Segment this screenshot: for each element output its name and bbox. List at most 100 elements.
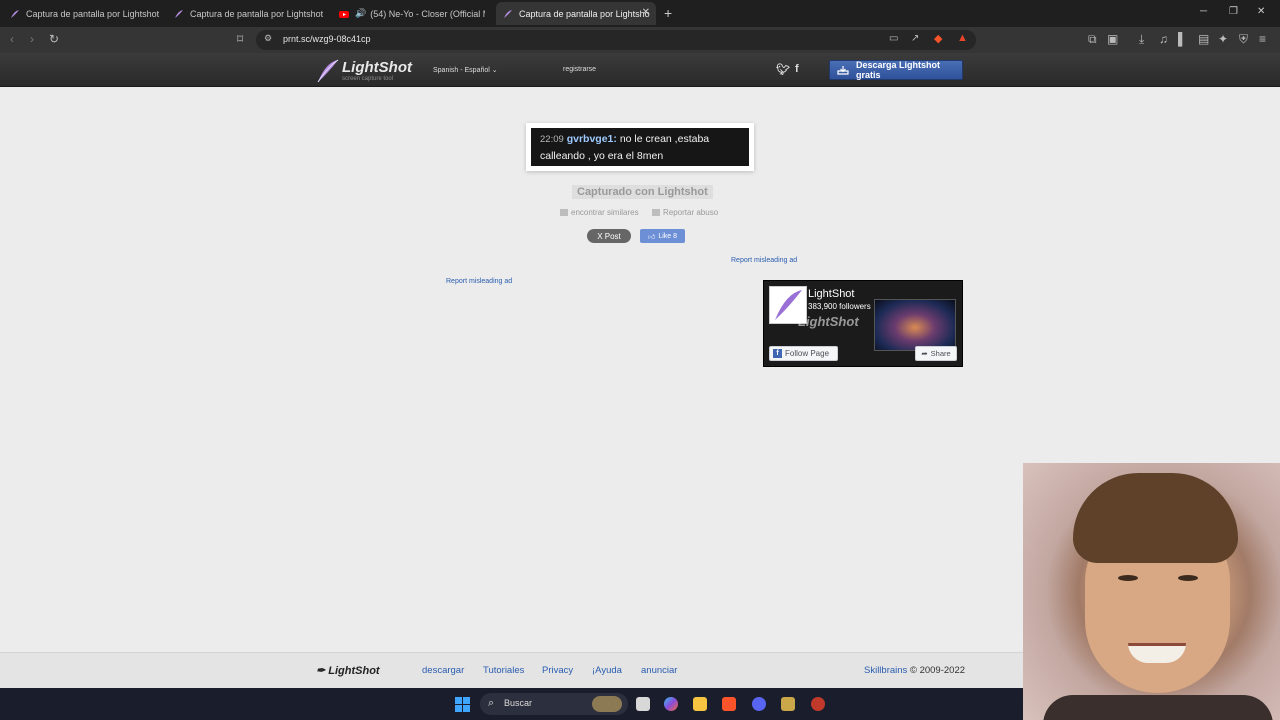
download-cloud-icon [837,66,849,75]
twitter-icon[interactable]: 🐦︎ [776,63,790,76]
leo-icon[interactable]: ✦ [1218,32,1228,46]
minimize-icon[interactable]: ─ [1200,6,1207,17]
browser-tab-active[interactable]: Captura de pantalla por Lightsho ✕ [496,2,656,25]
lightshot-feather-icon [504,9,512,18]
facebook-icon: f [773,349,782,358]
new-tab-icon[interactable]: + [664,5,672,21]
skillbrains-link[interactable]: Skillbrains [864,665,907,676]
lightshot-logo[interactable]: LightShot screen capture tool [316,57,416,85]
screenshot-image: 22:09 gvrbvge1: no le crean ,estaba call… [531,128,749,166]
register-link[interactable]: registrarse [563,66,596,73]
windows-start-icon[interactable] [455,697,470,712]
chevron-down-icon: ⌄ [491,67,498,74]
wallet2-icon[interactable]: ▤ [1198,32,1209,46]
fb-followers: 383,900 followers [808,302,871,311]
speaker-icon[interactable]: 🔊 [355,8,366,19]
footer-link-help[interactable]: ¡Ayuda [592,665,622,676]
youtube-icon [339,10,349,18]
chat-time: 22:09 [540,134,564,145]
report-abuse-label: Reportar abuso [663,208,719,217]
browser-tab[interactable]: 🔊 (54) Ne-Yo - Closer (Official Music [335,2,485,25]
music-icon[interactable]: ♫ [1159,32,1168,46]
report-abuse-link[interactable]: Reportar abuso [652,208,718,217]
task-view-icon[interactable] [636,697,650,711]
footer-link-tutorials[interactable]: Tutoriales [483,665,524,676]
address-bar[interactable]: ⚙ prnt.sc/wzg9-08c41cp ▭ ↗ ◆ ▲ [256,30,976,50]
download-button-label: Descarga Lightshot gratis [856,60,941,80]
report-misleading-ad-link[interactable]: Report misleading ad [446,278,512,285]
find-similar-link[interactable]: encontrar similares [560,208,639,217]
download-lightshot-button[interactable]: Descarga Lightshot gratis [829,60,963,80]
lightshot-feather-icon [11,9,19,18]
chat-message: no le crean ,estaba calleando , yo era e… [540,133,710,162]
footer-link-download[interactable]: descargar [422,665,464,676]
tab-title: Captura de pantalla por Lightshot [26,8,160,19]
file-explorer-icon[interactable] [693,697,707,711]
extensions-icon[interactable]: ⧉ [1088,32,1097,47]
find-similar-label: encontrar similares [571,208,639,217]
browser-tab[interactable]: Captura de pantalla por Lightshot [6,2,166,25]
obs-icon[interactable] [811,697,825,711]
cast-icon[interactable]: ▭ [889,33,898,44]
close-window-icon[interactable]: ✕ [1257,6,1265,17]
language-selector[interactable]: Spanish - Español ⌄ [433,66,498,74]
close-tab-icon[interactable]: ✕ [642,7,650,18]
menu-icon[interactable]: ≡ [1259,32,1266,46]
download-icon[interactable]: ⤓ [1139,32,1144,47]
fb-page-name[interactable]: LightShot [808,288,854,300]
discord-icon[interactable] [752,697,766,711]
fb-like-button[interactable]: 👍︎ Like 8 [640,229,685,243]
brave-rewards-icon[interactable]: ▲ [957,32,968,44]
search-icon: ⌕ [488,697,495,709]
facebook-page-widget[interactable]: LightShot 383,900 followers LightShot fF… [763,280,963,367]
follow-page-button[interactable]: f Follow Page [769,346,838,361]
taskbar-search-label: Buscar [504,698,533,708]
fb-like-label: Like 8 [658,232,677,240]
bookmark-icon[interactable]: ⌑ [237,32,243,46]
reload-icon[interactable]: ↻ [49,32,59,46]
app-icon[interactable] [781,697,795,711]
url-text: prnt.sc/wzg9-08c41cp [283,34,371,44]
lightshot-feather-icon [175,9,183,18]
brave-browser-icon[interactable] [722,697,736,711]
browser-tab[interactable]: Captura de pantalla por Lightshot [170,2,330,25]
browser-toolbar: ‹ › ↻ ⌑ ⚙ prnt.sc/wzg9-08c41cp ▭ ↗ ◆ ▲ ⧉… [0,27,1280,53]
feather-icon [317,59,339,83]
feather-icon: ✒︎ [316,665,329,677]
footer-link-advertise[interactable]: anunciar [641,665,677,676]
report-misleading-ad-link[interactable]: Report misleading ad [731,257,797,264]
footer-link-privacy[interactable]: Privacy [542,665,573,676]
site-settings-icon[interactable]: ⚙ [264,33,272,44]
galaxy-cover-image [874,299,956,351]
share-button[interactable]: ➦ Share [915,346,957,361]
footer-logo[interactable]: ✒︎ LightShot [316,664,380,677]
taskbar-search[interactable]: ⌕ Buscar [480,693,628,715]
forward-icon[interactable]: › [30,32,34,46]
logo-text: LightShot [342,59,412,76]
x-post-button[interactable]: X Post [587,229,631,243]
restore-icon[interactable]: ❐ [1229,6,1238,17]
browser-tab-strip: Captura de pantalla por Lightshot Captur… [0,0,1280,27]
share-icon[interactable]: ↗ [911,33,919,44]
vpn-icon[interactable]: ⛨ [1239,32,1248,47]
share-arrow-icon: ➦ [921,349,928,358]
back-icon[interactable]: ‹ [10,32,14,46]
webcam-overlay [1023,463,1280,720]
fb-cover-watermark: LightShot [798,314,859,329]
wallet-icon[interactable]: ▣ [1107,32,1118,46]
share-label: Share [930,349,951,358]
captured-with-label: Capturado con Lightshot [572,185,713,199]
webcam-eye [1118,575,1138,581]
webcam-hair [1073,473,1238,563]
screenshot-frame[interactable]: 22:09 gvrbvge1: no le crean ,estaba call… [526,123,754,171]
webcam-shirt [1043,695,1273,720]
logo-tagline: screen capture tool [342,76,394,82]
sidebar-icon[interactable]: ▌ [1178,32,1187,46]
search-highlight-image [592,696,622,712]
language-label: Spanish - Español [433,67,490,74]
facebook-icon[interactable]: f [795,63,799,75]
image-icon [560,209,568,216]
brave-shields-icon[interactable]: ◆ [934,32,942,45]
copilot-icon[interactable] [664,697,678,711]
tab-title: Captura de pantalla por Lightshot [190,8,324,19]
